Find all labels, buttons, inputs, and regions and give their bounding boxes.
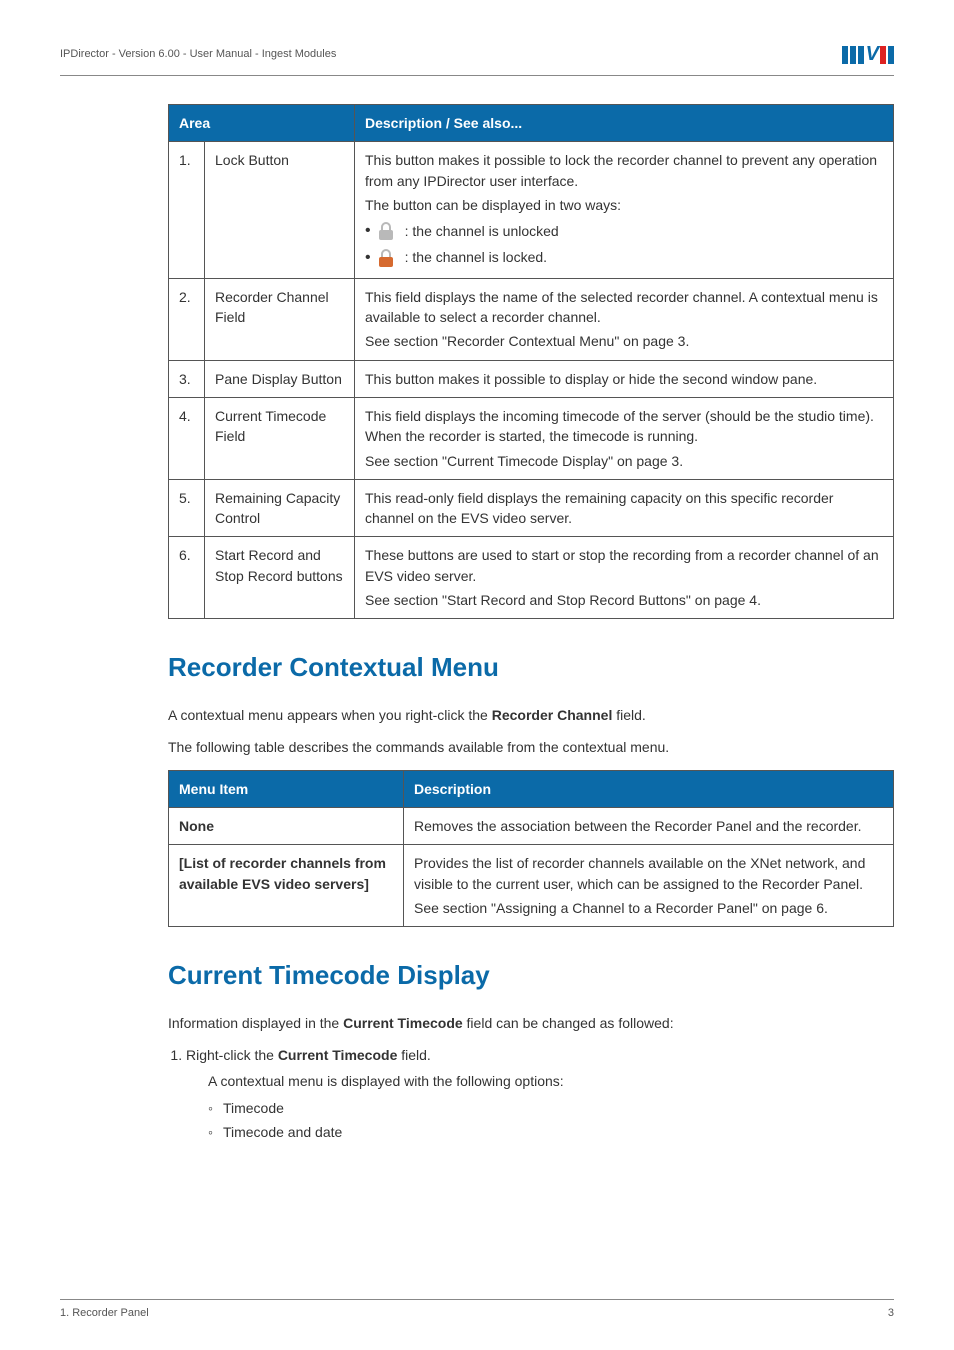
page-footer: 1. Recorder Panel 3 xyxy=(60,1299,894,1322)
row-desc: This button makes it possible to lock th… xyxy=(355,142,894,278)
menu-desc-cell: Provides the list of recorder channels a… xyxy=(404,845,894,927)
text: A contextual menu appears when you right… xyxy=(168,707,492,723)
table-row: 1. Lock Button This button makes it poss… xyxy=(169,142,894,278)
list-item: Right-click the Current Timecode field. … xyxy=(186,1045,894,1142)
list-item: Timecode and date xyxy=(208,1122,894,1142)
col-desc-header: Description / See also... xyxy=(355,105,894,142)
list-item: Timecode xyxy=(208,1098,894,1118)
row-num: 1. xyxy=(169,142,205,278)
desc-text: The button can be displayed in two ways: xyxy=(365,195,883,215)
row-num: 2. xyxy=(169,278,205,360)
sub-text: A contextual menu is displayed with the … xyxy=(208,1071,894,1091)
menu-item-cell: [List of recorder channels from availabl… xyxy=(169,845,404,927)
text-bold: Current Timecode xyxy=(343,1015,463,1031)
see-also-text: See section "Assigning a Channel to a Re… xyxy=(414,898,883,918)
desc-text: : the channel is locked. xyxy=(405,247,547,267)
row-num: 3. xyxy=(169,360,205,397)
section-title-recorder-contextual-menu: Recorder Contextual Menu xyxy=(168,649,894,687)
row-num: 4. xyxy=(169,397,205,479)
text: field. xyxy=(612,707,645,723)
table-row: 4. Current Timecode Field This field dis… xyxy=(169,397,894,479)
bullet-icon: • xyxy=(365,250,371,266)
text-bold: Current Timecode xyxy=(278,1047,398,1063)
row-num: 5. xyxy=(169,479,205,537)
paragraph: Information displayed in the Current Tim… xyxy=(168,1013,894,1033)
evs-logo: V xyxy=(842,40,894,69)
row-desc: This field displays the incoming timecod… xyxy=(355,397,894,479)
col-menu-item-header: Menu Item xyxy=(169,770,404,807)
row-name: Lock Button xyxy=(205,142,355,278)
row-desc: This field displays the name of the sele… xyxy=(355,278,894,360)
row-name: Pane Display Button xyxy=(205,360,355,397)
area-description-table: Area Description / See also... 1. Lock B… xyxy=(168,104,894,619)
desc-text: Provides the list of recorder channels a… xyxy=(414,853,883,894)
col-area-header: Area xyxy=(169,105,355,142)
desc-text: This button makes it possible to lock th… xyxy=(365,150,883,191)
text: Right-click the xyxy=(186,1047,278,1063)
row-desc: This button makes it possible to display… xyxy=(355,360,894,397)
paragraph: A contextual menu appears when you right… xyxy=(168,705,894,725)
row-desc: These buttons are used to start or stop … xyxy=(355,537,894,619)
desc-text: This field displays the name of the sele… xyxy=(365,287,883,328)
row-name: Current Timecode Field xyxy=(205,397,355,479)
row-desc: This read-only field displays the remain… xyxy=(355,479,894,537)
menu-item-cell: None xyxy=(169,807,404,844)
menu-desc-cell: Removes the association between the Reco… xyxy=(404,807,894,844)
options-list: Timecode Timecode and date xyxy=(208,1098,894,1143)
see-also-text: See section "Recorder Contextual Menu" o… xyxy=(365,331,883,351)
text-bold: Recorder Channel xyxy=(492,707,613,723)
breadcrumb: IPDirector - Version 6.00 - User Manual … xyxy=(60,47,336,63)
desc-text: : the channel is unlocked xyxy=(405,221,559,241)
ordered-steps: Right-click the Current Timecode field. … xyxy=(186,1045,894,1142)
row-name: Remaining Capacity Control xyxy=(205,479,355,537)
row-name: Recorder Channel Field xyxy=(205,278,355,360)
text: field. xyxy=(397,1047,430,1063)
see-also-text: See section "Current Timecode Display" o… xyxy=(365,451,883,471)
table-row: None Removes the association between the… xyxy=(169,807,894,844)
col-description-header: Description xyxy=(404,770,894,807)
row-num: 6. xyxy=(169,537,205,619)
desc-text: This field displays the incoming timecod… xyxy=(365,406,883,447)
paragraph: The following table describes the comman… xyxy=(168,737,894,757)
menu-item-table: Menu Item Description None Removes the a… xyxy=(168,770,894,927)
table-row: 3. Pane Display Button This button makes… xyxy=(169,360,894,397)
row-name: Start Record and Stop Record buttons xyxy=(205,537,355,619)
table-row: 2. Recorder Channel Field This field dis… xyxy=(169,278,894,360)
page-header: IPDirector - Version 6.00 - User Manual … xyxy=(60,40,894,76)
section-title-current-timecode-display: Current Timecode Display xyxy=(168,957,894,995)
table-row: 6. Start Record and Stop Record buttons … xyxy=(169,537,894,619)
text: Information displayed in the xyxy=(168,1015,343,1031)
bullet-icon: • xyxy=(365,223,371,239)
page-number: 3 xyxy=(888,1306,894,1322)
see-also-text: See section "Start Record and Stop Recor… xyxy=(365,590,883,610)
table-row: 5. Remaining Capacity Control This read-… xyxy=(169,479,894,537)
footer-section-label: 1. Recorder Panel xyxy=(60,1306,149,1322)
text: field can be changed as followed: xyxy=(463,1015,674,1031)
lock-open-icon xyxy=(377,222,395,240)
lock-closed-icon xyxy=(377,249,395,267)
table-row: [List of recorder channels from availabl… xyxy=(169,845,894,927)
desc-text: These buttons are used to start or stop … xyxy=(365,545,883,586)
